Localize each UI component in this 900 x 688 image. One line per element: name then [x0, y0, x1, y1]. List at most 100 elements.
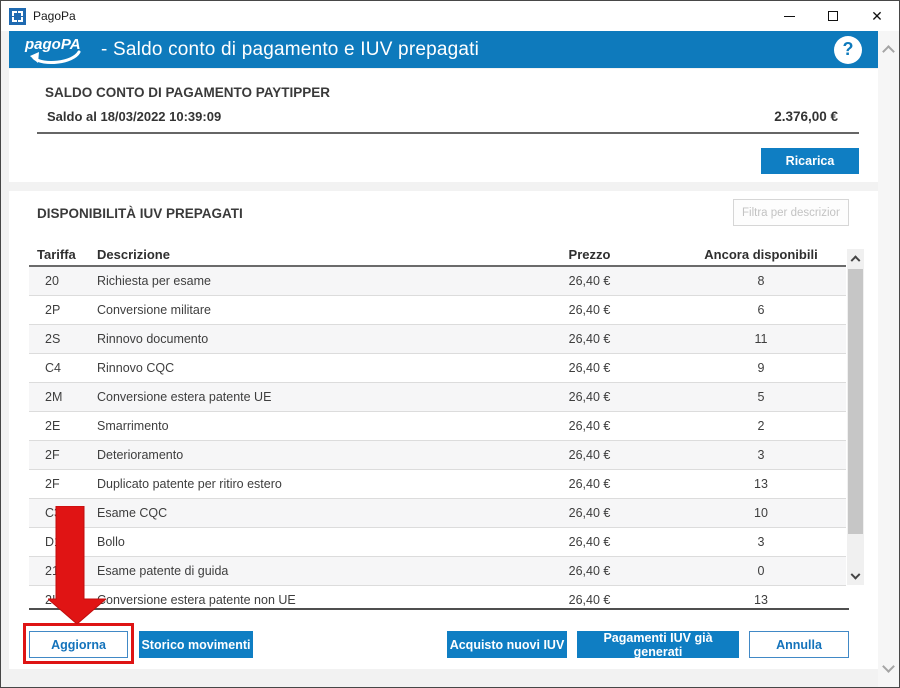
table-header: Tariffa Descrizione Prezzo Ancora dispon… — [29, 247, 846, 267]
table-row[interactable]: C3Esame CQC26,40 €10 — [29, 499, 846, 528]
cell-tariffa: 2F — [29, 477, 97, 491]
saldo-date-label: Saldo al 18/03/2022 10:39:09 — [47, 109, 221, 124]
close-button[interactable]: ✕ — [855, 1, 899, 31]
cell-prezzo: 26,40 € — [537, 419, 642, 433]
table-row[interactable]: 2PConversione militare26,40 €6 — [29, 296, 846, 325]
cell-prezzo: 26,40 € — [537, 332, 642, 346]
saldo-amount: 2.376,00 € — [774, 109, 838, 124]
cell-descrizione: Conversione estera patente UE — [97, 390, 537, 404]
cell-tariffa: 2P — [29, 303, 97, 317]
titlebar: PagoPa ✕ — [1, 1, 899, 31]
cell-disponibili: 8 — [642, 274, 846, 288]
minimize-button[interactable] — [767, 1, 811, 31]
cell-prezzo: 26,40 € — [537, 506, 642, 520]
filter-input[interactable] — [733, 199, 849, 226]
window-controls: ✕ — [767, 1, 899, 31]
col-header-descrizione: Descrizione — [97, 247, 537, 265]
svg-text:pagoPA: pagoPA — [24, 36, 81, 53]
cell-prezzo: 26,40 € — [537, 390, 642, 404]
cell-disponibili: 3 — [642, 535, 846, 549]
table-row[interactable]: 2ESmarrimento26,40 €2 — [29, 412, 846, 441]
iuv-heading: DISPONIBILITÀ IUV PREPAGATI — [37, 206, 243, 221]
table-row[interactable]: 2MConversione estera patente UE26,40 €5 — [29, 383, 846, 412]
table-row[interactable]: D1Bollo26,40 €3 — [29, 528, 846, 557]
cell-descrizione: Esame patente di guida — [97, 564, 537, 578]
table-bottom-line — [29, 608, 849, 610]
cell-disponibili: 5 — [642, 390, 846, 404]
table-scroll-down-button[interactable] — [847, 569, 864, 585]
cell-disponibili: 11 — [642, 332, 846, 346]
cell-descrizione: Smarrimento — [97, 419, 537, 433]
saldo-divider — [37, 132, 859, 134]
cell-disponibili: 3 — [642, 448, 846, 462]
cell-descrizione: Rinnovo CQC — [97, 361, 537, 375]
ricarica-button[interactable]: Ricarica — [761, 148, 859, 174]
iuv-table: Tariffa Descrizione Prezzo Ancora dispon… — [29, 247, 846, 608]
cell-prezzo: 26,40 € — [537, 361, 642, 375]
cell-prezzo: 26,40 € — [537, 448, 642, 462]
table-row[interactable]: 21Esame patente di guida26,40 €0 — [29, 557, 846, 586]
table-scrollbar-thumb[interactable] — [848, 269, 863, 534]
cell-descrizione: Bollo — [97, 535, 537, 549]
cell-descrizione: Conversione militare — [97, 303, 537, 317]
pagopa-app-icon — [9, 8, 26, 25]
annulla-button[interactable]: Annulla — [749, 631, 849, 658]
cell-disponibili: 10 — [642, 506, 846, 520]
pagamenti-iuv-button[interactable]: Pagamenti IUV già generati — [577, 631, 739, 658]
aggiorna-button[interactable]: Aggiorna — [29, 631, 128, 658]
dialog-header: pagoPA - Saldo conto di pagamento e IUV … — [9, 31, 878, 68]
cell-tariffa: 2F — [29, 448, 97, 462]
cell-tariffa: C4 — [29, 361, 97, 375]
table-row[interactable]: 2SRinnovo documento26,40 €11 — [29, 325, 846, 354]
chevron-down-icon — [851, 569, 861, 579]
cell-tariffa: 20 — [29, 274, 97, 288]
storico-movimenti-button[interactable]: Storico movimenti — [139, 631, 253, 658]
cell-prezzo: 26,40 € — [537, 274, 642, 288]
cell-tariffa: 2M — [29, 390, 97, 404]
window-title: PagoPa — [33, 9, 76, 23]
scroll-up-icon[interactable] — [882, 45, 895, 58]
cell-disponibili: 13 — [642, 593, 846, 607]
dialog-title: - Saldo conto di pagamento e IUV prepaga… — [101, 39, 479, 61]
cell-tariffa: C3 — [29, 506, 97, 520]
window-scrollbar[interactable] — [878, 31, 899, 687]
cell-tariffa: 21 — [29, 564, 97, 578]
col-header-prezzo: Prezzo — [537, 247, 642, 265]
pagopa-window: PagoPa ✕ pagoPA - Saldo conto di pagamen… — [0, 0, 900, 688]
cell-descrizione: Rinnovo documento — [97, 332, 537, 346]
cell-prezzo: 26,40 € — [537, 303, 642, 317]
cell-tariffa: D1 — [29, 535, 97, 549]
table-row[interactable]: 20Richiesta per esame26,40 €8 — [29, 267, 846, 296]
table-scroll-up-button[interactable] — [847, 249, 864, 265]
cell-disponibili: 0 — [642, 564, 846, 578]
table-scrollbar[interactable] — [847, 249, 864, 585]
help-icon[interactable]: ? — [834, 36, 862, 64]
cell-disponibili: 13 — [642, 477, 846, 491]
cell-prezzo: 26,40 € — [537, 564, 642, 578]
table-row[interactable]: 2FDeterioramento26,40 €3 — [29, 441, 846, 470]
iuv-card: DISPONIBILITÀ IUV PREPAGATI Tariffa Desc… — [9, 191, 878, 669]
pagopa-logo: pagoPA — [23, 34, 91, 67]
cell-prezzo: 26,40 € — [537, 535, 642, 549]
cell-descrizione: Deterioramento — [97, 448, 537, 462]
cell-descrizione: Duplicato patente per ritiro estero — [97, 477, 537, 491]
table-row[interactable]: 2FDuplicato patente per ritiro estero26,… — [29, 470, 846, 499]
dialog-content: pagoPA - Saldo conto di pagamento e IUV … — [1, 31, 878, 687]
cell-disponibili: 6 — [642, 303, 846, 317]
table-row[interactable]: 2IConversione estera patente non UE26,40… — [29, 586, 846, 608]
acquisto-nuovi-iuv-button[interactable]: Acquisto nuovi IUV — [447, 631, 567, 658]
maximize-button[interactable] — [811, 1, 855, 31]
minimize-icon — [784, 16, 795, 17]
saldo-heading: SALDO CONTO DI PAGAMENTO PAYTIPPER — [45, 85, 330, 100]
table-row[interactable]: C4Rinnovo CQC26,40 €9 — [29, 354, 846, 383]
col-header-tariffa: Tariffa — [29, 247, 97, 265]
chevron-up-icon — [851, 255, 861, 265]
close-icon: ✕ — [871, 9, 883, 23]
scroll-down-icon[interactable] — [882, 660, 895, 673]
table-body: 20Richiesta per esame26,40 €82PConversio… — [29, 267, 846, 608]
cell-tariffa: 2E — [29, 419, 97, 433]
saldo-card: SALDO CONTO DI PAGAMENTO PAYTIPPER Saldo… — [9, 69, 878, 182]
maximize-icon — [828, 11, 838, 21]
cell-disponibili: 2 — [642, 419, 846, 433]
cell-disponibili: 9 — [642, 361, 846, 375]
